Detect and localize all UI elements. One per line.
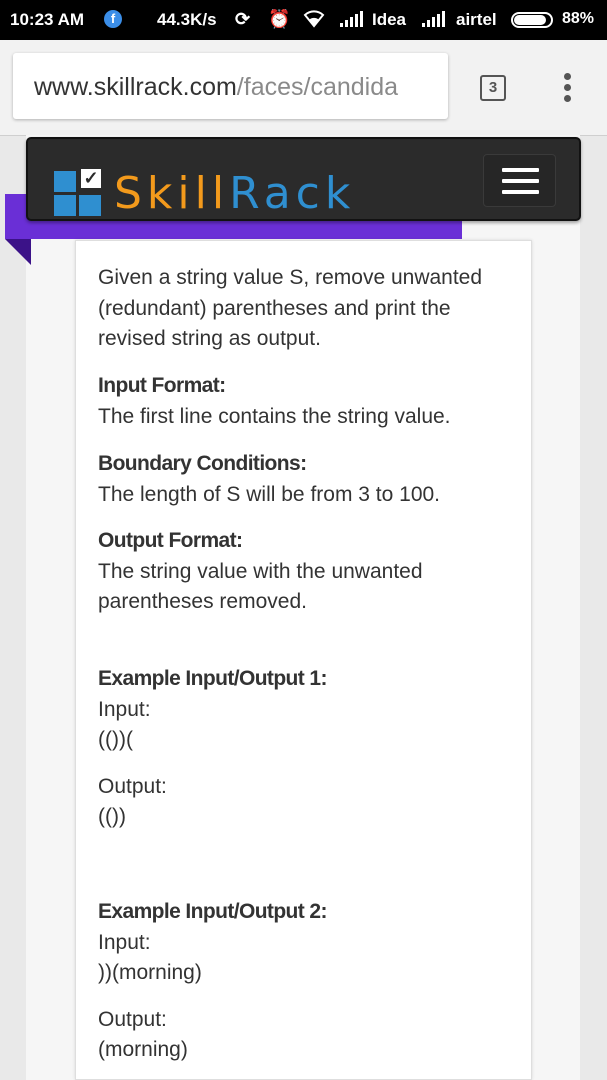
overflow-menu-icon[interactable] [560,73,574,105]
tab-switcher-button[interactable]: 3 [480,75,506,101]
boundary-heading: Boundary Conditions: [98,452,307,475]
description-line: revised string as output. [98,327,321,350]
example-input-label: Input: [98,697,151,721]
battery-percent: 88% [562,10,595,27]
example-output-value: (()) [98,805,126,828]
site-navbar: ✓ SkillRack [26,137,581,221]
boundary-text: The length of S will be from 3 to 100. [98,482,441,506]
alarm-icon: ⏰ [268,9,291,29]
input-format-heading: Input Format: [98,374,226,397]
wifi-icon [302,8,326,33]
skillrack-logo-icon[interactable]: ✓ [54,169,102,217]
address-bar[interactable]: www.skillrack.com/faces/candida [13,53,448,119]
sync-icon: ⟳ [235,9,251,29]
ribbon-fold [5,239,31,265]
url-path: /faces/candida [236,73,399,101]
description-line: Given a string value S, remove unwanted [98,266,483,289]
example-heading: Example Input/Output 1: [98,667,327,690]
example-input-value: (())( [98,728,133,751]
input-format-text: The first line contains the string value… [98,404,451,428]
browser-toolbar: www.skillrack.com/faces/candida 3 [0,40,607,136]
status-bar: 10:23 AM f 44.3K/s ⟳ ⏰ Idea airtel 88% [0,0,607,40]
description-line: (redundant) parentheses and print the [98,296,451,320]
facebook-notification-icon: f [104,10,122,28]
boundary-section: Boundary Conditions: The length of S wil… [98,449,440,510]
example-output-label: Output: [98,774,167,798]
output-format-heading: Output Format: [98,529,243,552]
output-format-section: Output Format: The string value with the… [98,526,423,618]
input-format-section: Input Format: The first line contains th… [98,371,451,432]
battery-icon [511,12,553,28]
problem-description: Given a string value S, remove unwanted … [98,263,482,355]
example-input-label: Input: [98,930,151,954]
example-heading: Example Input/Output 2: [98,900,327,923]
carrier-label: Idea [372,10,407,29]
checkmark-icon: ✓ [81,169,101,188]
battery-level [514,15,546,25]
url-text: www.skillrack.com/faces/candida [34,73,398,101]
logo-text-rack: Rack [229,168,356,219]
example-output-label: Output: [98,1007,167,1031]
signal-strength-icon [338,10,366,31]
status-time: 10:23 AM [10,10,85,29]
example-input-value: ))(morning) [98,961,202,984]
output-format-line: The string value with the unwanted [98,559,423,583]
signal-strength-icon [420,10,448,31]
network-speed: 44.3K/s [157,10,217,29]
output-format-line: parentheses removed. [98,590,307,613]
example-2: Example Input/Output 2: Input: ))(mornin… [98,897,327,1066]
problem-statement-panel: Given a string value S, remove unwanted … [75,240,532,1080]
example-output-value: (morning) [98,1038,188,1061]
example-1: Example Input/Output 1: Input: (())( Out… [98,664,327,833]
skillrack-logo[interactable]: SkillRack [114,169,355,219]
carrier-label: airtel [456,10,497,29]
logo-text-skill: Skill [114,168,230,219]
hamburger-menu-button[interactable] [483,154,556,207]
url-host: www.skillrack.com [34,73,237,101]
